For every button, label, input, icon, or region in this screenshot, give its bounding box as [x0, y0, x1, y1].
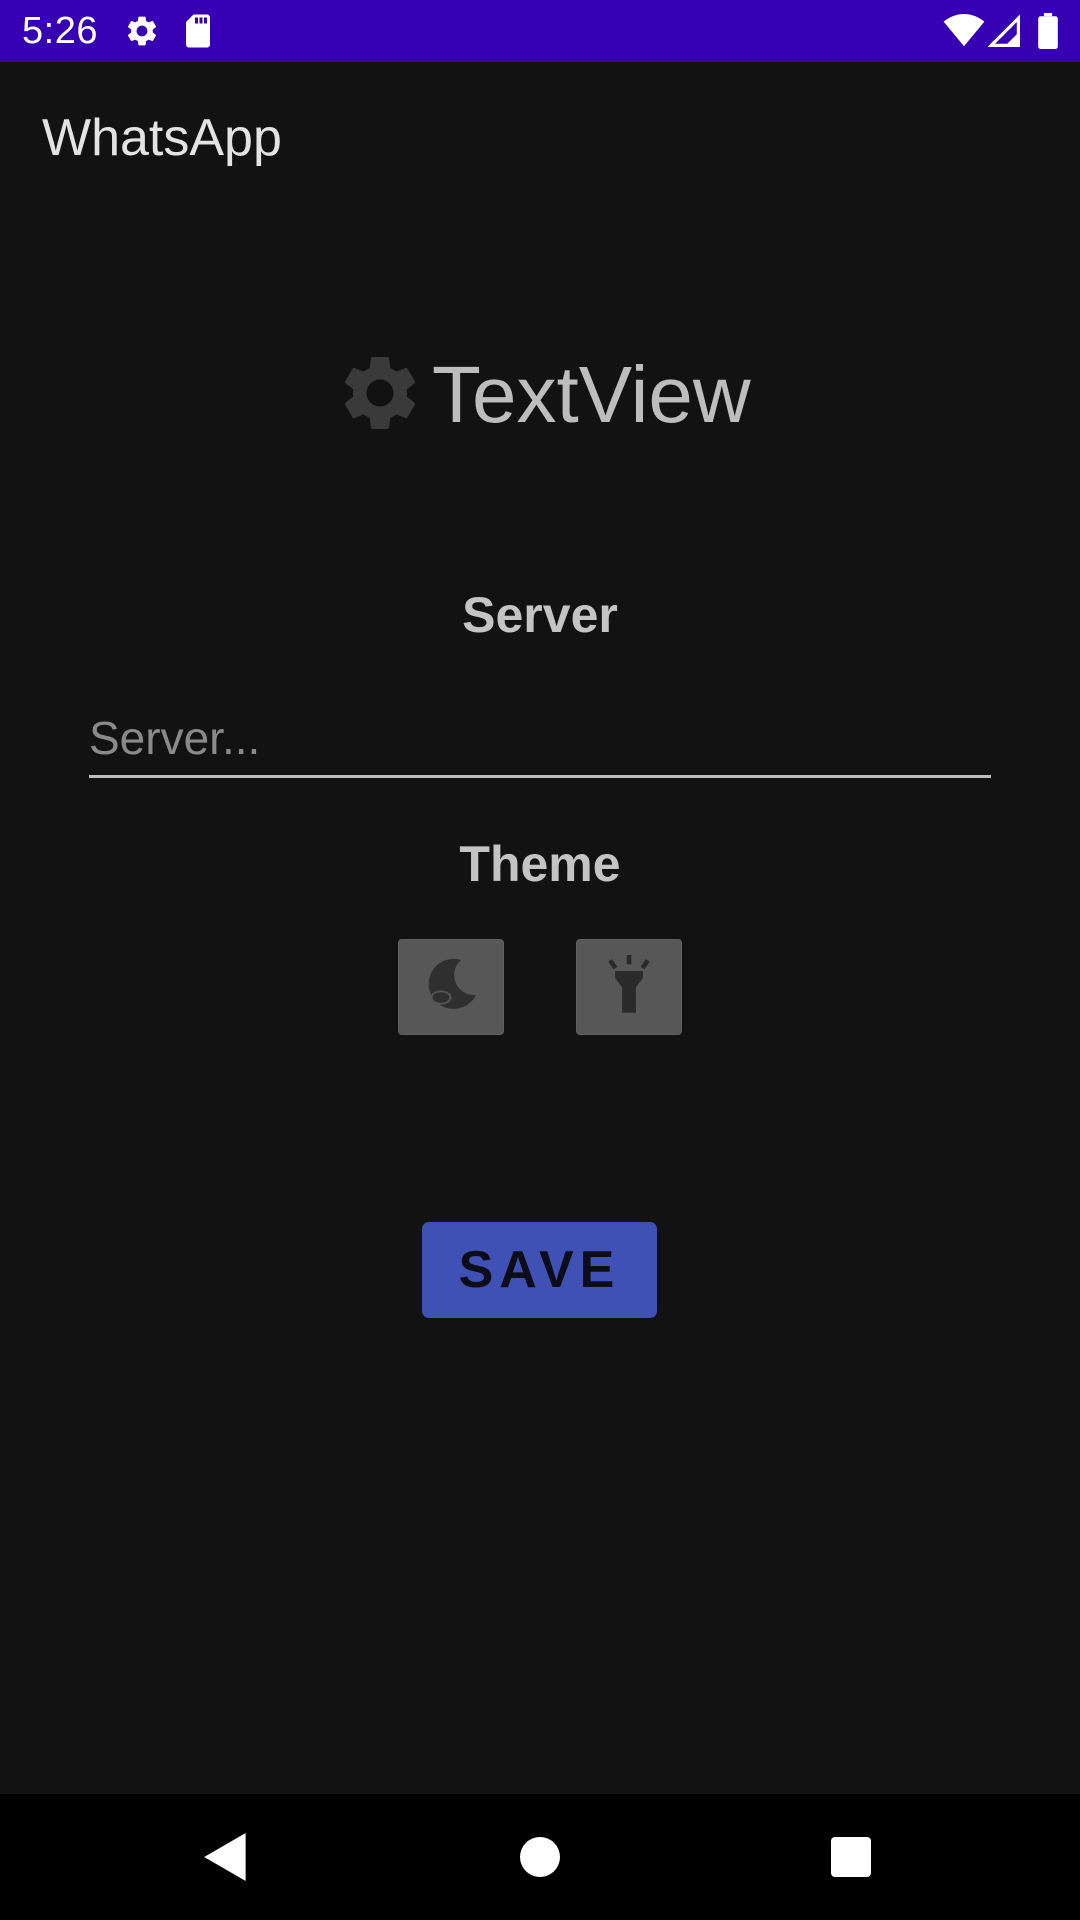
navigation-bar	[0, 1794, 1080, 1920]
night-moon-icon	[421, 955, 481, 1020]
sd-card-icon	[180, 11, 216, 51]
server-label: Server	[462, 587, 618, 643]
back-icon[interactable]	[166, 1794, 286, 1920]
wifi-icon	[942, 11, 986, 51]
dark-theme-button[interactable]	[398, 939, 504, 1035]
gear-icon	[122, 11, 162, 51]
save-button[interactable]: SAVE	[422, 1222, 657, 1318]
battery-icon	[1036, 11, 1060, 51]
signal-icon	[986, 11, 1022, 51]
light-theme-button[interactable]	[576, 939, 682, 1035]
recents-icon[interactable]	[791, 1794, 911, 1920]
app-title: WhatsApp	[42, 109, 282, 167]
flashlight-icon	[601, 954, 657, 1020]
status-time: 5:26	[22, 10, 98, 52]
status-bar: 5:26	[0, 0, 1080, 62]
hero-header: TextView	[0, 340, 1080, 450]
home-icon[interactable]	[480, 1794, 600, 1920]
hero-text: TextView	[432, 350, 751, 439]
theme-label: Theme	[459, 836, 621, 892]
server-input[interactable]	[89, 700, 991, 778]
gear-icon	[335, 348, 425, 438]
